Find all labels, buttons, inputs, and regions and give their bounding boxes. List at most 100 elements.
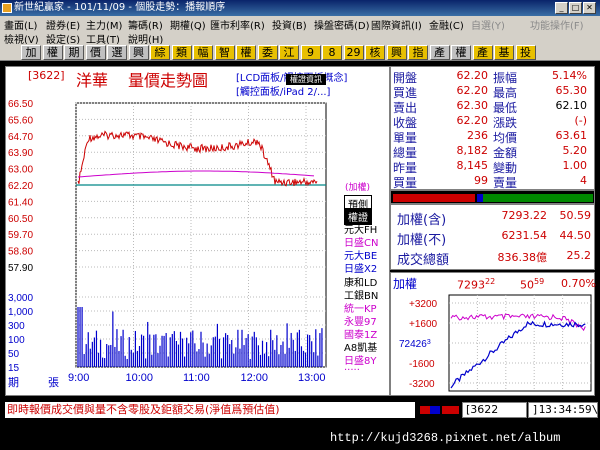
price-tick: 60.50 (8, 214, 33, 225)
toolbar-button[interactable]: 選 (107, 45, 127, 60)
toolbar-button[interactable]: 權 (42, 45, 63, 60)
quote-v1: 62.20 (456, 84, 489, 97)
menu-bar: 畫面(L) 證券(E) 主力(M) 籌碼(R) 期權(Q) 匯市利率(R) 投資(B) 操盤密… (0, 16, 600, 46)
app-icon (2, 3, 12, 13)
title-bar: 新世紀贏家 - 101/11/09 - 個股走勢：播報順序 _ □ ✕ (0, 0, 600, 16)
toolbar-button[interactable]: 產 (472, 45, 493, 60)
time-tick: 9:00 (68, 372, 89, 384)
toolbar-button[interactable]: 江 (279, 45, 299, 60)
volume-tick: 50 (8, 349, 20, 360)
quote-v1: 8,145 (456, 159, 489, 172)
toolbar-button[interactable]: 29 (343, 45, 364, 60)
menu-row-2: 檢視(V) 設定(S) 工具(T) 說明(H) (0, 30, 600, 46)
menu-hint-2[interactable]: [觸控面板/iPad 2/...] (236, 83, 330, 98)
index-panel: 加權(含) 7293.22 50.59 加權(不) 6231.54 44.50 成交總額 83… (390, 204, 595, 270)
toolbar-button[interactable]: 基 (494, 45, 514, 60)
toolbar-button[interactable]: 加 (21, 45, 41, 60)
quote-l1: 買量 (393, 176, 418, 190)
quote-v2: 65.30 (555, 84, 588, 97)
minimize-icon[interactable]: _ (555, 2, 568, 14)
side-item[interactable]: 日盛X2 (344, 260, 377, 275)
window-title: 新世紀贏家 - 101/11/09 - 個股走勢：播報順序 (14, 2, 226, 13)
price-volume-svg: 66.50 65.60 64.70 63.90 63.00 62.20 61.40 60.50… (8, 99, 327, 384)
index-chg: 50.59 (559, 209, 592, 222)
toolbar-button[interactable]: 類 (171, 45, 192, 60)
toolbar-button[interactable]: 指 (408, 45, 428, 60)
volume-unit: 張 (48, 376, 59, 389)
toolbar-button[interactable]: 8 (322, 45, 342, 60)
index-label: 成交總額 (397, 253, 450, 268)
time-tick: 10:00 (126, 372, 154, 384)
stock-code: [3622] (28, 69, 65, 82)
price-tick: 61.40 (8, 197, 33, 208)
price-tick: 66.50 (8, 99, 33, 110)
toolbar-button[interactable]: 投 (515, 45, 536, 60)
quote-v1: 8,182 (456, 144, 489, 157)
price-tick: 63.00 (8, 165, 33, 176)
time-tick: 12:00 (241, 372, 269, 384)
quote-l2: 賣量 (493, 176, 518, 190)
toolbar-button[interactable]: 9 (300, 45, 321, 60)
quote-v2: 62.10 (555, 99, 588, 112)
toolbar-button[interactable]: 綜 (150, 45, 170, 60)
mini-y-tick: -1600 (409, 359, 435, 370)
ref-tag: (加權) (345, 183, 371, 193)
price-tick: 64.70 (8, 132, 33, 143)
quote-v1: 62.20 (456, 69, 489, 82)
watermark-url: http://kujd3268.pixnet.net/album (330, 431, 561, 445)
mini-y-tick: -3200 (409, 379, 435, 390)
price-tick: 57.90 (8, 263, 33, 274)
toolbar: 加權期價選興綜類幅智權委江 9 8 29 核興指產權產基投 (0, 44, 600, 61)
quote-v1: 62.20 (456, 114, 489, 127)
quote-panel: 開盤 62.20 振幅 5.14% 買進 62.20 最高 65.30 賣出 62.30 最低 62.… (390, 66, 595, 190)
index-value: 836.38億 (497, 251, 548, 264)
mini-y-tick: +1600 (409, 319, 438, 330)
toolbar-button[interactable]: 智 (214, 45, 235, 60)
chart-title: 量價走勢圖 (128, 71, 209, 90)
quote-v2: 5.14% (552, 69, 587, 82)
price-tick: 65.60 (8, 115, 33, 126)
index-label: 加權(不) (397, 233, 447, 248)
quote-v2: 5.20 (562, 144, 588, 157)
toolbar-button[interactable]: 權 (236, 45, 256, 60)
menu-row-1: 畫面(L) 證券(E) 主力(M) 籌碼(R) 期權(Q) 匯市利率(R) 投資(B) 操盤密… (0, 16, 600, 32)
toolbar-button[interactable]: 幅 (193, 45, 213, 60)
toolbar-button[interactable]: 興 (386, 45, 407, 60)
mini-change: 5059 (520, 277, 545, 292)
price-tick: 63.90 (8, 148, 33, 159)
status-badge-icon (420, 406, 459, 414)
side-item[interactable]: ····· (344, 365, 360, 376)
toolbar-button[interactable]: 產 (429, 45, 450, 60)
index-label: 加權(含) (397, 213, 447, 228)
volume-tick: 300 (8, 321, 25, 332)
tooltip: 權證資訊 (286, 74, 326, 85)
time-tick: 13:00 (298, 372, 326, 384)
price-tick: 62.20 (8, 181, 33, 192)
close-icon[interactable]: ✕ (583, 2, 596, 14)
index-value: 6231.54 (501, 229, 548, 242)
price-tick: 58.80 (8, 247, 33, 258)
status-message: 即時報價成交價與量不含零股及鉅額交易(淨值爲預估值) (5, 402, 415, 418)
toolbar-button[interactable]: 興 (128, 45, 149, 60)
quote-v2: 1.00 (562, 159, 588, 172)
price-volume-chart: 66.50 65.60 64.70 63.90 63.00 62.20 61.40 60.50… (5, 66, 390, 396)
maximize-icon[interactable]: □ (569, 2, 582, 14)
mini-value: 729322 (457, 277, 496, 292)
quote-v1: 99 (474, 174, 488, 187)
toolbar-button[interactable]: 權 (451, 45, 471, 60)
price-tick: 59.70 (8, 230, 33, 241)
stock-code-input[interactable]: [3622 (462, 402, 527, 418)
mini-y-tick: 724263 (399, 339, 431, 350)
toolbar-button[interactable]: 委 (257, 45, 278, 60)
toolbar-button[interactable]: 期 (64, 45, 84, 60)
index-chg: 44.50 (559, 229, 592, 242)
quote-v1: 62.30 (456, 99, 489, 112)
toolbar-button[interactable]: 價 (85, 45, 106, 60)
mini-percent: 0.70% (561, 277, 596, 290)
volume-tick: 1,000 (8, 307, 33, 318)
index-value: 7293.22 (501, 209, 548, 222)
clock: ]13:34:59\ (528, 402, 598, 418)
index-chg: 25.2 (566, 249, 592, 262)
stock-name: 洋華 (76, 71, 109, 90)
toolbar-button[interactable]: 核 (365, 45, 385, 60)
